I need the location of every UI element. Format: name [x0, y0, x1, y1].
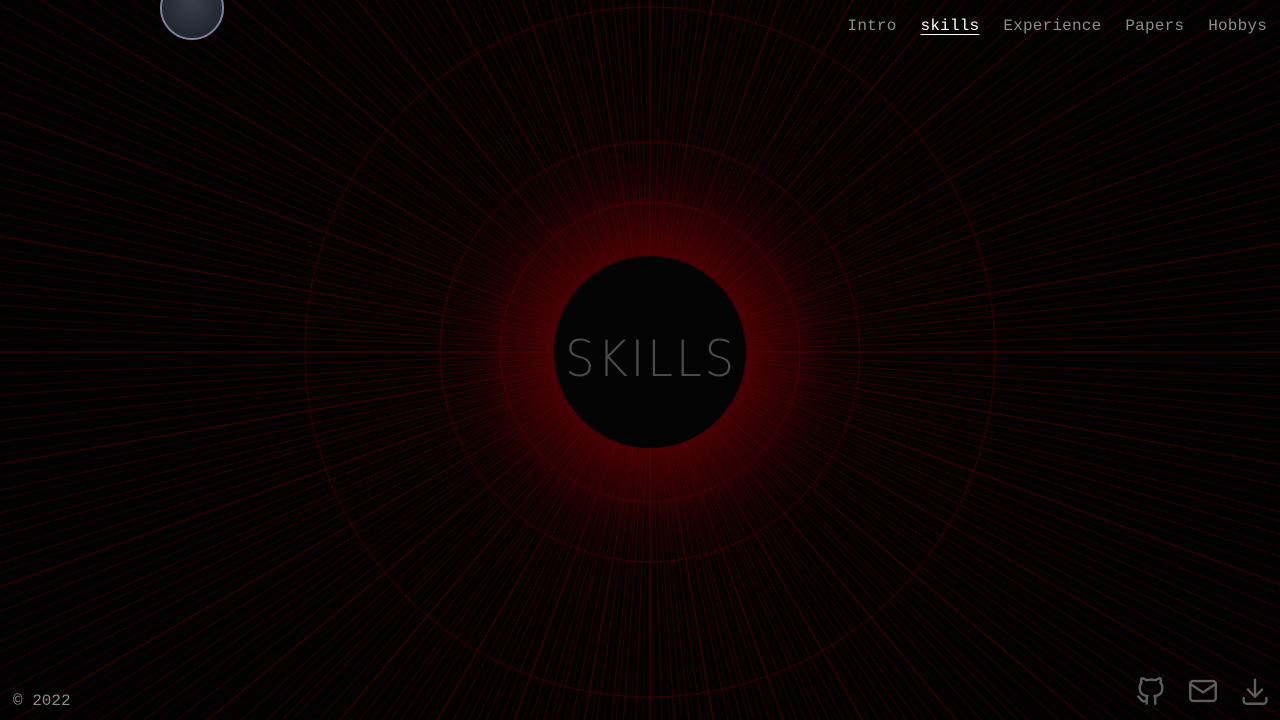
github-icon[interactable]: [1134, 674, 1168, 708]
nav-item-intro[interactable]: Intro: [848, 16, 897, 36]
nav-item-papers[interactable]: Papers: [1125, 16, 1184, 36]
nav-item-experience[interactable]: Experience: [1003, 16, 1101, 36]
nav-item-skills[interactable]: skills: [921, 16, 980, 36]
download-icon[interactable]: [1238, 674, 1272, 708]
copyright-text: © 2022: [13, 692, 71, 710]
top-nav: Intro skills Experience Papers Hobbys: [848, 16, 1267, 36]
mail-icon[interactable]: [1186, 674, 1220, 708]
social-links: [1134, 674, 1272, 708]
page-title: SKILLS: [565, 330, 737, 388]
nav-item-hobbys[interactable]: Hobbys: [1208, 16, 1267, 36]
